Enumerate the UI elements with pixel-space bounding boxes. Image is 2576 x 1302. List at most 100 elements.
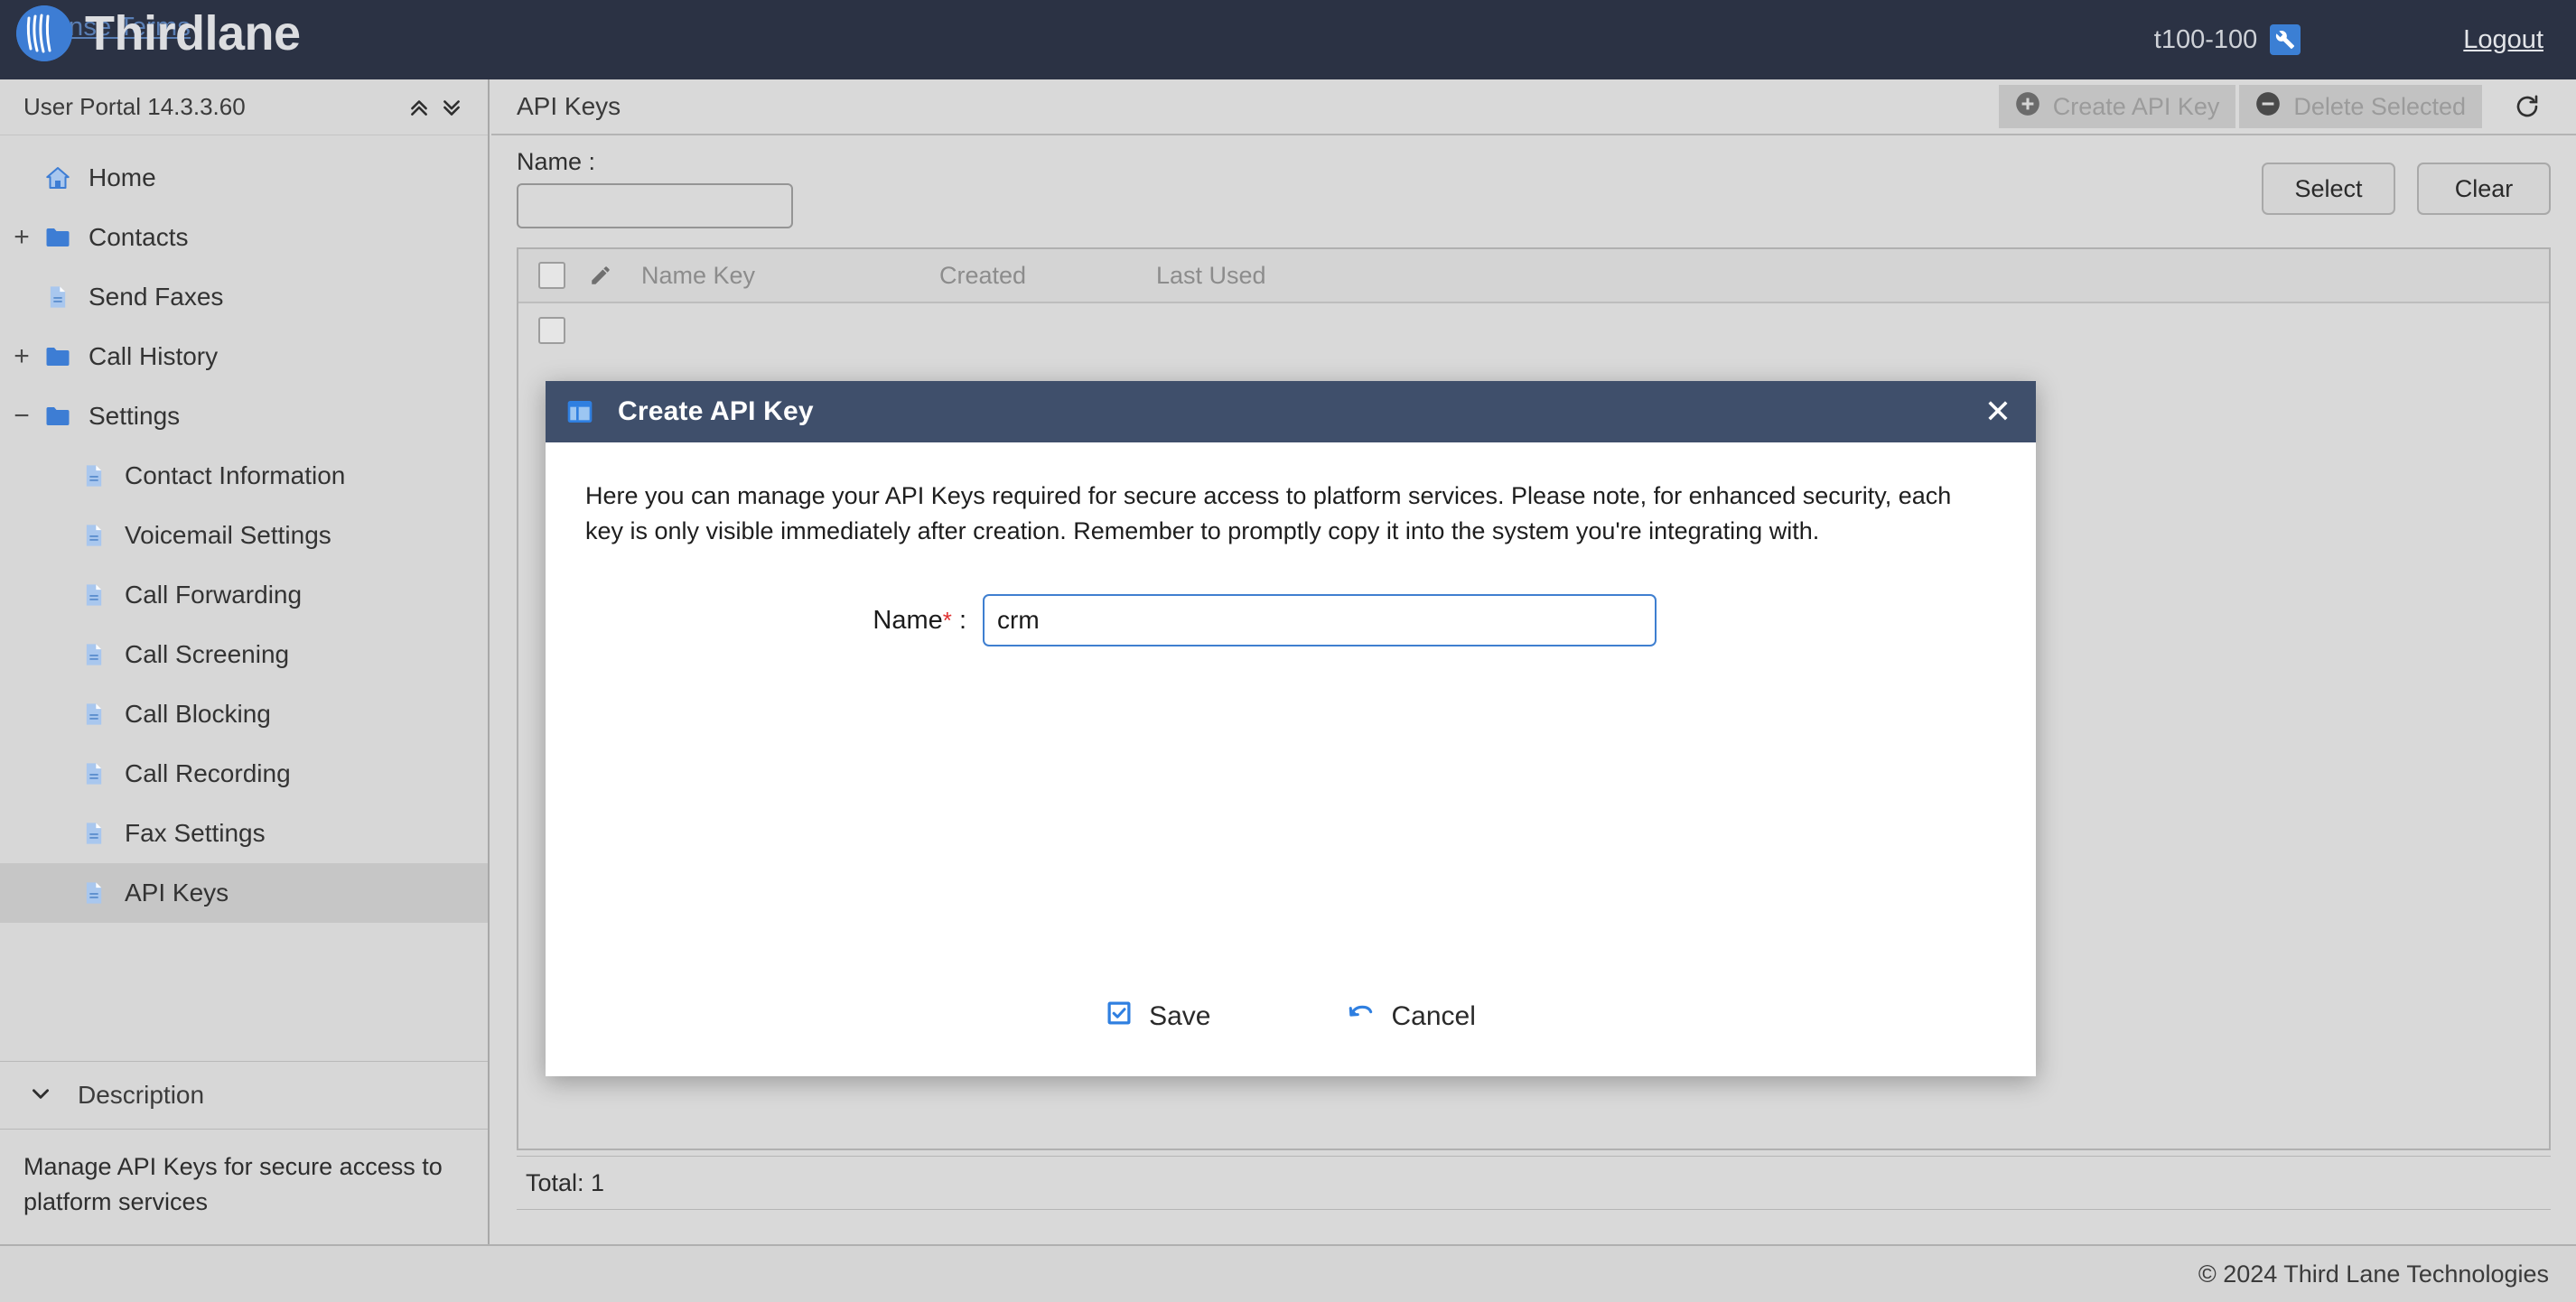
sidebar-item-label: Call Forwarding bbox=[125, 581, 303, 609]
document-icon bbox=[76, 821, 112, 846]
document-icon bbox=[76, 523, 112, 548]
delete-selected-button[interactable]: Delete Selected bbox=[2239, 85, 2482, 128]
sidebar-item-label: Home bbox=[89, 163, 156, 191]
body-area: User Portal 14.3.3.60 Home + Contacts Send … bbox=[0, 79, 2576, 1244]
required-marker: * bbox=[942, 606, 952, 634]
document-icon bbox=[76, 642, 112, 667]
plus-circle-icon bbox=[2015, 91, 2040, 123]
delete-selected-label: Delete Selected bbox=[2293, 92, 2466, 120]
document-icon bbox=[76, 702, 112, 727]
row-select-checkbox[interactable] bbox=[538, 317, 565, 344]
document-icon bbox=[76, 880, 112, 906]
dialog-titlebar: Create API Key ✕ bbox=[546, 381, 2036, 442]
document-icon bbox=[76, 463, 112, 488]
select-all-checkbox[interactable] bbox=[538, 262, 565, 289]
sidebar-item-label: Fax Settings bbox=[125, 819, 266, 847]
sidebar-item-label: Call History bbox=[89, 342, 219, 370]
top-bar: License Terms Thirdlane t100-100 Logout bbox=[0, 0, 2576, 79]
sidebar-item-label: API Keys bbox=[125, 879, 229, 907]
sidebar-item-api-keys[interactable]: API Keys bbox=[0, 863, 488, 923]
name-field-label-text: Name bbox=[873, 605, 943, 635]
sidebar-item-label: Settings bbox=[89, 402, 181, 430]
folder-icon bbox=[40, 343, 76, 370]
sidebar-item-send-faxes[interactable]: Send Faxes bbox=[0, 267, 488, 327]
table-row[interactable] bbox=[518, 303, 2549, 358]
copyright-text: © 2024 Third Lane Technologies bbox=[2198, 1260, 2549, 1288]
window-icon bbox=[565, 397, 594, 426]
total-count: Total: 1 bbox=[526, 1168, 605, 1196]
sidebar-item-label: Call Recording bbox=[125, 759, 291, 787]
navigation-tree: Home + Contacts Send Faxes + Call History − Set… bbox=[0, 135, 488, 923]
minus-circle-icon bbox=[2255, 91, 2281, 123]
filter-row: Name : Select Clear bbox=[491, 135, 2576, 237]
tree-expander-toggle[interactable]: + bbox=[4, 343, 40, 370]
description-toggle[interactable]: Description bbox=[0, 1061, 488, 1130]
sidebar-item-call-forwarding[interactable]: Call Forwarding bbox=[0, 565, 488, 625]
top-bar-right: t100-100 Logout bbox=[2154, 0, 2576, 79]
description-title: Description bbox=[78, 1081, 205, 1110]
sidebar-item-fax-settings[interactable]: Fax Settings bbox=[0, 804, 488, 863]
sidebar-item-call-blocking[interactable]: Call Blocking bbox=[0, 684, 488, 744]
tree-expander-toggle[interactable]: + bbox=[4, 224, 40, 251]
description-text: Manage API Keys for secure access to pla… bbox=[23, 1153, 443, 1215]
thirdlane-logo-icon bbox=[16, 5, 72, 61]
name-field-label: Name* : bbox=[585, 606, 983, 636]
undo-arrow-icon bbox=[1347, 999, 1376, 1035]
description-panel: Description Manage API Keys for secure a… bbox=[0, 1061, 488, 1244]
column-header-last-used[interactable]: Last Used bbox=[1156, 262, 1373, 290]
column-header-created[interactable]: Created bbox=[939, 262, 1156, 290]
sidebar-item-contacts[interactable]: + Contacts bbox=[0, 208, 488, 267]
sidebar-item-settings[interactable]: − Settings bbox=[0, 386, 488, 446]
sidebar-item-contact-information[interactable]: Contact Information bbox=[0, 446, 488, 506]
select-button[interactable]: Select bbox=[2262, 163, 2395, 215]
document-icon bbox=[76, 761, 112, 786]
create-api-key-dialog: Create API Key ✕ Here you can manage you… bbox=[546, 381, 2036, 1076]
page-title: API Keys bbox=[517, 92, 621, 120]
filter-name-input[interactable] bbox=[517, 183, 793, 228]
name-input[interactable] bbox=[983, 594, 1657, 647]
brand-logo-group: Thirdlane bbox=[16, 5, 301, 61]
save-label: Save bbox=[1149, 1001, 1211, 1031]
sidebar-item-voicemail-settings[interactable]: Voicemail Settings bbox=[0, 506, 488, 565]
refresh-icon[interactable] bbox=[2502, 85, 2553, 128]
sidebar: User Portal 14.3.3.60 Home + Contacts Send … bbox=[0, 79, 490, 1244]
sidebar-item-call-screening[interactable]: Call Screening bbox=[0, 625, 488, 684]
select-all-checkbox-cell bbox=[538, 262, 589, 289]
create-api-key-button[interactable]: Create API Key bbox=[1998, 85, 2236, 128]
sidebar-item-label: Call Screening bbox=[125, 640, 290, 668]
sidebar-item-label: Contacts bbox=[89, 223, 189, 251]
collapse-all-icon[interactable] bbox=[403, 91, 435, 124]
clear-button[interactable]: Clear bbox=[2417, 163, 2551, 215]
logout-link[interactable]: Logout bbox=[2463, 25, 2543, 55]
checkbox-icon bbox=[1106, 1000, 1133, 1034]
sidebar-item-label: Voicemail Settings bbox=[125, 521, 331, 549]
filter-actions: Select Clear bbox=[2262, 163, 2551, 215]
folder-icon bbox=[40, 224, 76, 251]
name-field-label-suffix: : bbox=[958, 605, 966, 635]
close-icon[interactable]: ✕ bbox=[1978, 392, 2018, 432]
document-icon bbox=[40, 284, 76, 310]
brand-name: Thirdlane bbox=[85, 6, 301, 60]
dialog-body: Here you can manage your API Keys requir… bbox=[546, 442, 2036, 1076]
home-icon bbox=[40, 164, 76, 191]
sidebar-header: User Portal 14.3.3.60 bbox=[0, 79, 488, 135]
sidebar-item-label: Call Blocking bbox=[125, 700, 271, 728]
sidebar-item-label: Send Faxes bbox=[89, 283, 224, 311]
sidebar-item-call-recording[interactable]: Call Recording bbox=[0, 744, 488, 804]
save-button[interactable]: Save bbox=[1106, 999, 1211, 1035]
sidebar-item-home[interactable]: Home bbox=[0, 148, 488, 208]
tree-expander-toggle[interactable]: − bbox=[4, 403, 40, 430]
account-name: t100-100 bbox=[2153, 24, 2258, 54]
content-header: API Keys Create API Key Delete Selected bbox=[491, 79, 2576, 135]
dialog-description: Here you can manage your API Keys requir… bbox=[585, 482, 1952, 545]
expand-all-icon[interactable] bbox=[435, 91, 468, 124]
pencil-icon bbox=[589, 264, 641, 287]
sidebar-item-label: Contact Information bbox=[125, 461, 346, 489]
footer: © 2024 Third Lane Technologies bbox=[0, 1244, 2576, 1302]
wrench-icon[interactable] bbox=[2270, 24, 2301, 55]
sidebar-title: User Portal 14.3.3.60 bbox=[23, 93, 246, 120]
sidebar-item-call-history[interactable]: + Call History bbox=[0, 327, 488, 386]
cancel-button[interactable]: Cancel bbox=[1347, 999, 1476, 1035]
total-bar: Total: 1 bbox=[517, 1156, 2551, 1210]
column-header-name-key[interactable]: Name Key bbox=[641, 262, 939, 290]
